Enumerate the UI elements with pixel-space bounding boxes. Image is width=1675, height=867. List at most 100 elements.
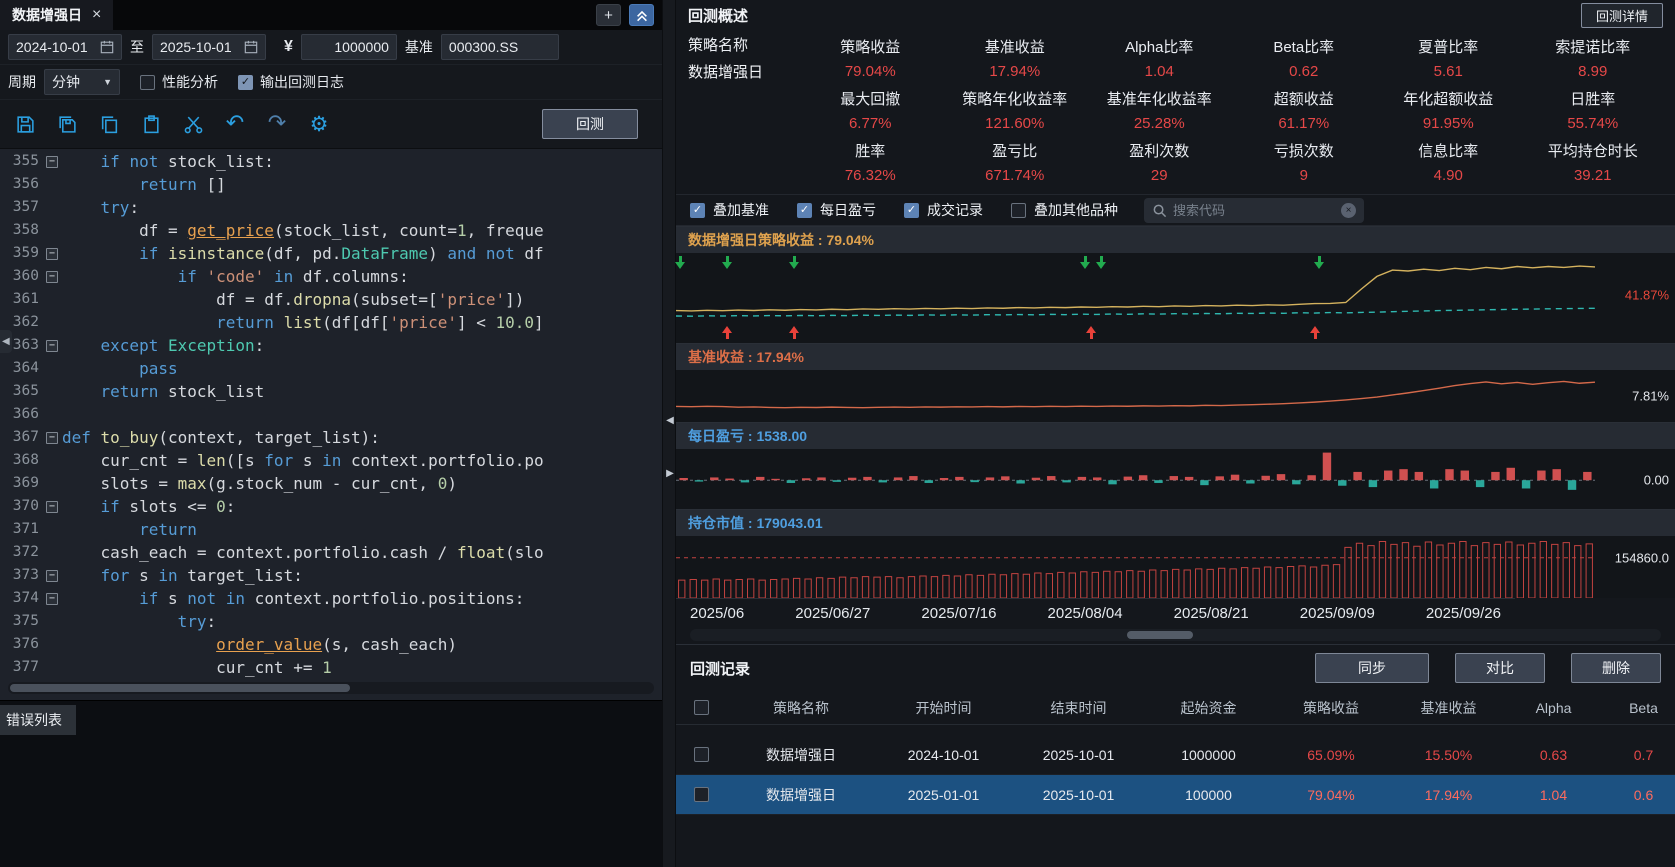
- compare-button[interactable]: 对比: [1455, 653, 1545, 683]
- scrollbar-thumb[interactable]: [1127, 631, 1193, 639]
- fold-gutter: [42, 311, 62, 334]
- chart-toggle[interactable]: ✓每日盈亏: [797, 200, 876, 220]
- record-row[interactable]: 数据增强日2025-01-012025-10-0110000079.04%17.…: [676, 775, 1675, 815]
- code-text: cur_cnt = len([s for s in context.portfo…: [62, 449, 662, 472]
- perf-analysis-toggle[interactable]: 性能分析: [140, 72, 218, 92]
- row-checkbox[interactable]: [694, 747, 709, 762]
- fold-marker-icon[interactable]: −: [46, 271, 58, 283]
- stat-cell: 盈利次数29: [1087, 136, 1232, 188]
- fold-marker-icon[interactable]: −: [46, 340, 58, 352]
- fold-marker-icon[interactable]: −: [46, 501, 58, 513]
- fold-marker-icon[interactable]: −: [46, 248, 58, 260]
- checkbox-icon[interactable]: ✓: [797, 203, 812, 218]
- chart-title: 数据增强日策略收益 : 79.04%: [676, 227, 1675, 253]
- fold-marker-icon[interactable]: −: [46, 156, 58, 168]
- paste-icon[interactable]: [138, 111, 164, 137]
- search-input[interactable]: [1173, 203, 1335, 218]
- stat-value: 79.04%: [845, 63, 896, 80]
- header-checkbox-cell: [676, 700, 726, 715]
- stat-label: 胜率: [855, 140, 885, 161]
- copy-icon[interactable]: [96, 111, 122, 137]
- sell-marker-arrow-icon: [675, 256, 686, 271]
- collapse-editor-button[interactable]: [629, 4, 654, 26]
- chart-toggle[interactable]: ✓成交记录: [904, 200, 983, 220]
- stat-cell: 策略年化收益率121.60%: [943, 84, 1088, 136]
- code-line: 376 order_value(s, cash_each): [0, 633, 662, 656]
- row-checkbox[interactable]: [694, 787, 709, 802]
- stat-label: 基准收益: [985, 36, 1045, 57]
- line-number: 370: [0, 495, 42, 518]
- start-date-field[interactable]: 2024-10-01: [8, 34, 122, 60]
- chart-canvas[interactable]: [676, 253, 1595, 343]
- chart-canvas[interactable]: [676, 449, 1595, 509]
- output-log-checkbox[interactable]: ✓: [238, 75, 253, 90]
- panel-splitter[interactable]: ◀ ▶: [662, 0, 676, 867]
- chart-canvas[interactable]: [676, 536, 1595, 598]
- tab-error-list[interactable]: 错误列表: [0, 705, 76, 735]
- chart-toggle[interactable]: ✓ 叠加基准: [690, 200, 769, 220]
- benchmark-field[interactable]: 000300.SS: [441, 34, 559, 60]
- last-value-label: 41.87%: [1625, 288, 1669, 303]
- close-icon[interactable]: ×: [92, 6, 101, 24]
- select-all-checkbox[interactable]: [694, 700, 709, 715]
- collapse-left-handle[interactable]: ◀: [0, 330, 12, 353]
- scrollbar-thumb[interactable]: [10, 684, 350, 692]
- code-text: return stock_list: [62, 380, 662, 403]
- record-cell: 2025-10-01: [1011, 747, 1146, 763]
- splitter-collapse-right-icon[interactable]: ▶: [663, 468, 677, 479]
- code-text: def to_buy(context, target_list):: [62, 426, 662, 449]
- stat-cell: 索提诺比率8.99: [1521, 32, 1666, 84]
- save-all-icon[interactable]: [54, 111, 80, 137]
- period-label: 周期: [8, 72, 36, 92]
- splitter-collapse-left-icon[interactable]: ◀: [663, 415, 677, 426]
- undo-icon[interactable]: ↶: [222, 111, 248, 137]
- record-cell: 15.50%: [1391, 747, 1506, 763]
- toggle-label: 叠加基准: [713, 200, 769, 220]
- run-backtest-button[interactable]: 回测: [542, 109, 638, 139]
- chart-toggle[interactable]: 叠加其他品种: [1011, 200, 1118, 220]
- new-tab-button[interactable]: +: [596, 4, 621, 26]
- save-icon[interactable]: [12, 111, 38, 137]
- chevron-down-icon: ▼: [103, 77, 112, 87]
- backtest-detail-button[interactable]: 回测详情: [1581, 3, 1663, 28]
- editor-horizontal-scrollbar[interactable]: [8, 682, 654, 694]
- code-editor[interactable]: 355− if not stock_list:356 return []357 …: [0, 148, 662, 700]
- output-log-toggle[interactable]: ✓ 输出回测日志: [238, 72, 344, 92]
- line-number: 377: [0, 656, 42, 678]
- fold-marker-icon[interactable]: −: [46, 432, 58, 444]
- line-number: 372: [0, 541, 42, 564]
- editor-tabbar: 数据增强日 × +: [0, 0, 662, 30]
- fold-marker-icon[interactable]: −: [46, 593, 58, 605]
- checkbox-icon[interactable]: ✓: [690, 203, 705, 218]
- sync-button[interactable]: 同步: [1315, 653, 1429, 683]
- x-axis-label: 2025/06: [690, 605, 744, 622]
- stat-value: 121.60%: [985, 115, 1044, 132]
- checkbox-icon[interactable]: [1011, 203, 1026, 218]
- fold-gutter: [42, 633, 62, 656]
- cut-icon[interactable]: [180, 111, 206, 137]
- clear-search-icon[interactable]: ×: [1341, 203, 1356, 218]
- chart-horizontal-scrollbar[interactable]: [690, 629, 1661, 641]
- calendar-icon[interactable]: [100, 40, 114, 54]
- code-lines[interactable]: 355− if not stock_list:356 return []357 …: [0, 149, 662, 678]
- perf-analysis-checkbox[interactable]: [140, 75, 155, 90]
- chart-canvas[interactable]: [676, 370, 1595, 422]
- code-text: if not stock_list:: [62, 150, 662, 173]
- period-select[interactable]: 分钟 ▼: [44, 69, 120, 95]
- fold-marker-icon[interactable]: −: [46, 570, 58, 582]
- checkbox-icon[interactable]: ✓: [904, 203, 919, 218]
- end-date-field[interactable]: 2025-10-01: [152, 34, 266, 60]
- record-row[interactable]: 数据增强日2024-10-012025-10-01100000065.09%15…: [676, 735, 1675, 775]
- settings-gear-icon[interactable]: ⚙: [306, 111, 332, 137]
- editor-toolbar: ↶ ↷ ⚙ 回测: [0, 100, 662, 148]
- initial-capital-field[interactable]: 1000000: [301, 34, 397, 60]
- stat-label: 平均持仓时长: [1548, 140, 1638, 161]
- search-box[interactable]: ×: [1144, 198, 1364, 223]
- editor-tab[interactable]: 数据增强日 ×: [0, 0, 113, 30]
- redo-icon[interactable]: ↷: [264, 111, 290, 137]
- chart-block: 持仓市值 : 179043.01154860.0: [676, 509, 1675, 598]
- calendar-icon[interactable]: [244, 40, 258, 54]
- buy-marker-arrow-icon: [1310, 324, 1321, 339]
- fold-gutter: −: [42, 150, 62, 173]
- delete-button[interactable]: 删除: [1571, 653, 1661, 683]
